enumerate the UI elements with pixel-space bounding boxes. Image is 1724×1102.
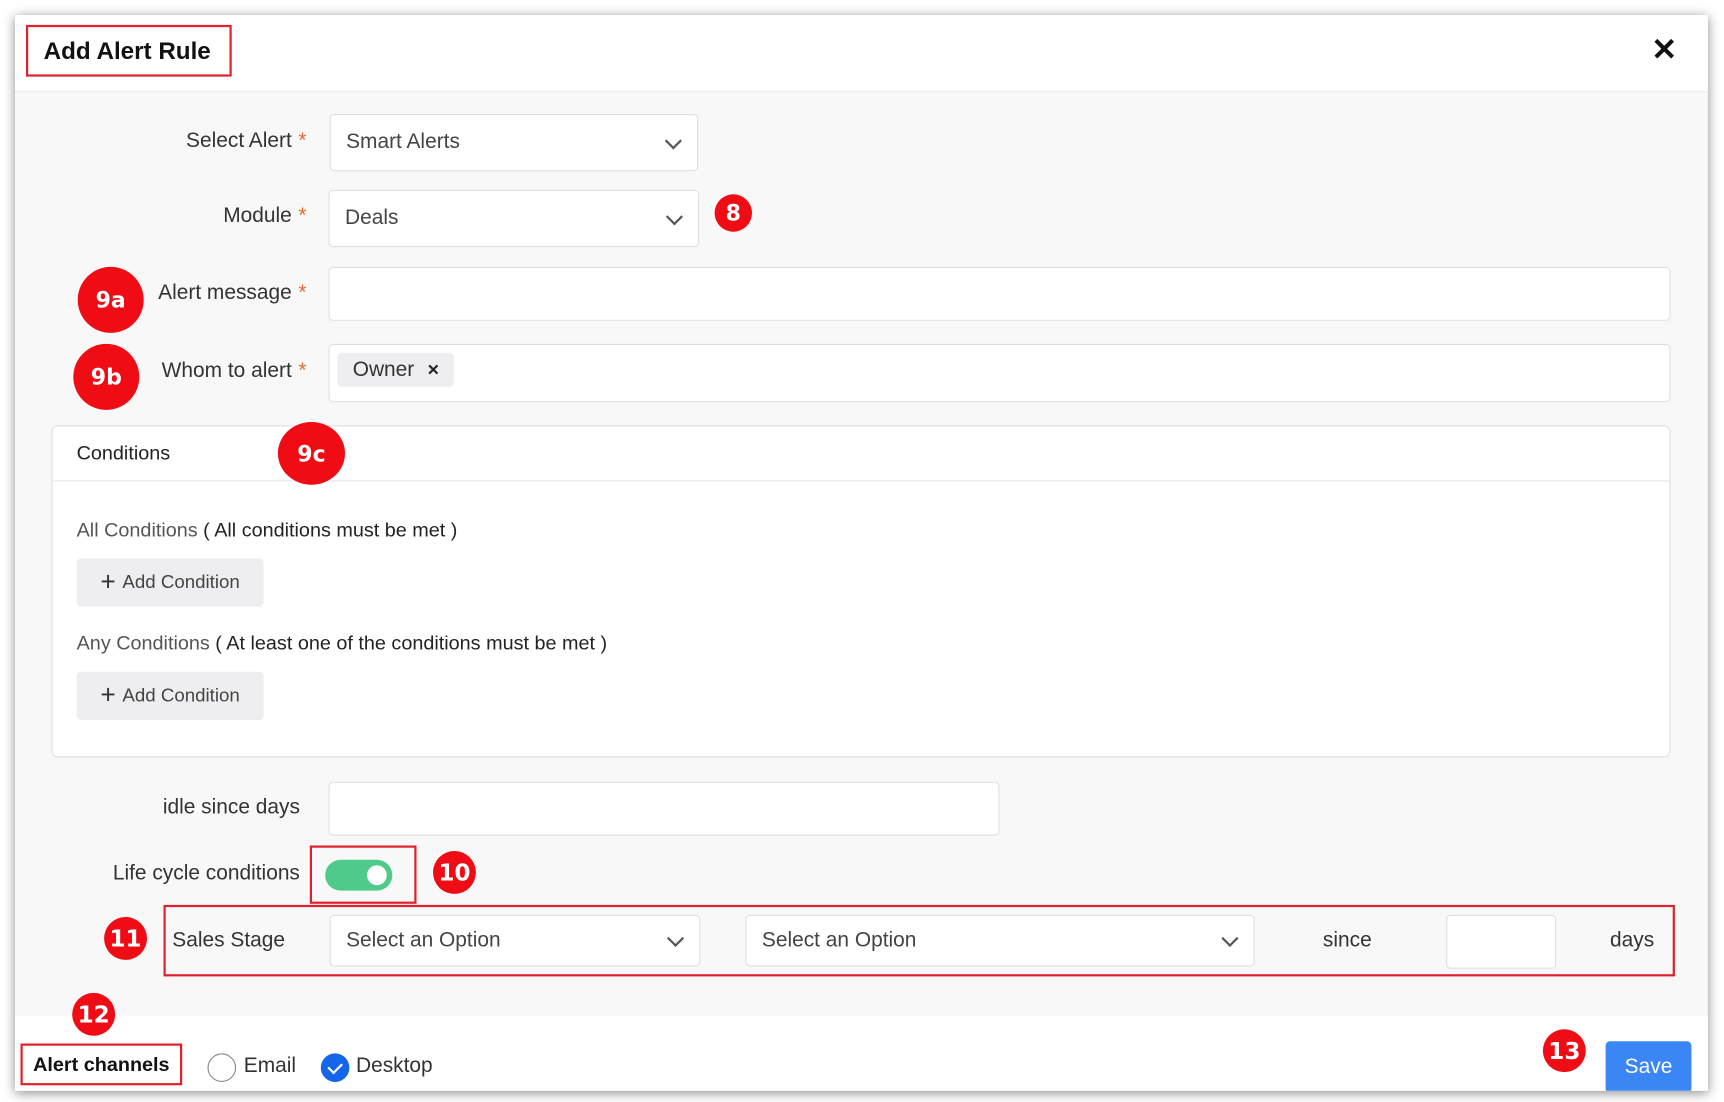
module-label: Module * bbox=[15, 204, 307, 228]
option-1-value: Select an Option bbox=[346, 928, 501, 952]
days-label: days bbox=[1610, 929, 1655, 953]
toggle-highlight bbox=[309, 845, 417, 904]
add-condition-label: Add Condition bbox=[122, 684, 240, 706]
conditions-title: Conditions bbox=[76, 441, 171, 464]
all-conditions-label: All Conditions ( All conditions must be … bbox=[77, 519, 458, 542]
desktop-label: Desktop bbox=[356, 1054, 433, 1078]
required-mark: * bbox=[298, 281, 307, 305]
option-2-value: Select an Option bbox=[761, 928, 917, 952]
callout-8: 8 bbox=[714, 194, 752, 232]
whom-to-alert-label: Whom to alert * bbox=[15, 359, 307, 383]
lifecycle-label: Life cycle conditions bbox=[112, 862, 300, 886]
callout-11: 11 bbox=[104, 917, 147, 960]
dialog-title: Add Alert Rule bbox=[43, 36, 211, 64]
since-days-input[interactable] bbox=[1446, 914, 1557, 969]
callout-12: 12 bbox=[72, 992, 116, 1036]
toggle-knob bbox=[367, 865, 387, 886]
any-conditions-text: Any Conditions bbox=[76, 632, 210, 655]
since-label: since bbox=[1322, 929, 1372, 953]
remove-chip-icon[interactable]: × bbox=[427, 358, 439, 381]
whom-to-alert-field[interactable] bbox=[328, 343, 1671, 403]
module-label-text: Module bbox=[223, 204, 292, 228]
email-label: Email bbox=[243, 1054, 297, 1078]
email-radio[interactable] bbox=[207, 1053, 237, 1082]
close-icon[interactable]: ✕ bbox=[1651, 34, 1677, 66]
add-all-condition-button[interactable]: + Add Condition bbox=[76, 558, 264, 607]
lifecycle-toggle[interactable] bbox=[325, 859, 393, 891]
plus-icon: + bbox=[100, 680, 116, 711]
callout-10: 10 bbox=[433, 851, 476, 894]
add-alert-rule-dialog: Add Alert Rule ✕ Select Alert * Smart Ale… bbox=[15, 15, 1708, 1091]
idle-since-label: idle since days bbox=[162, 796, 300, 820]
required-mark: * bbox=[298, 129, 307, 153]
dialog-footer bbox=[15, 1016, 1708, 1091]
add-condition-label: Add Condition bbox=[122, 571, 240, 593]
plus-icon: + bbox=[100, 567, 116, 597]
select-alert-value: Smart Alerts bbox=[346, 130, 460, 154]
alert-channels-label: Alert channels bbox=[20, 1043, 183, 1086]
required-mark: * bbox=[298, 359, 307, 383]
any-conditions-hint: ( At least one of the conditions must be… bbox=[215, 632, 608, 655]
stage-option-dropdown-1[interactable]: Select an Option bbox=[329, 914, 701, 967]
chevron-down-icon bbox=[665, 208, 684, 226]
callout-9c: 9c bbox=[277, 422, 345, 485]
whom-to-alert-label-text: Whom to alert bbox=[161, 359, 292, 383]
required-mark: * bbox=[298, 204, 307, 228]
chevron-down-icon bbox=[666, 929, 685, 948]
owner-chip: Owner × bbox=[337, 352, 455, 387]
select-alert-label-text: Select Alert bbox=[186, 129, 292, 153]
module-value: Deals bbox=[345, 206, 399, 230]
callout-13: 13 bbox=[1542, 1029, 1586, 1073]
chip-label: Owner bbox=[352, 357, 415, 381]
lifecycle-row-highlight: Sales Stage Select an Option Select an O… bbox=[163, 904, 1675, 977]
title-highlight: Add Alert Rule bbox=[26, 24, 232, 77]
idle-since-days-input[interactable] bbox=[328, 781, 1000, 836]
chevron-down-icon bbox=[664, 132, 682, 150]
any-conditions-label: Any Conditions ( At least one of the con… bbox=[77, 632, 608, 655]
dialog-header: Add Alert Rule ✕ bbox=[15, 15, 1708, 92]
desktop-checkbox[interactable] bbox=[320, 1053, 350, 1082]
select-alert-dropdown[interactable]: Smart Alerts bbox=[329, 114, 699, 172]
save-button[interactable]: Save bbox=[1605, 1041, 1692, 1091]
add-any-condition-button[interactable]: + Add Condition bbox=[76, 671, 264, 721]
select-alert-label: Select Alert * bbox=[15, 129, 307, 153]
module-dropdown[interactable]: Deals bbox=[328, 189, 700, 248]
all-conditions-text: All Conditions bbox=[76, 518, 198, 541]
stage-option-dropdown-2[interactable]: Select an Option bbox=[745, 914, 1255, 967]
chevron-down-icon bbox=[1221, 929, 1239, 948]
alert-message-label-text: Alert message bbox=[158, 281, 292, 305]
sales-stage-label: Sales Stage bbox=[172, 929, 286, 953]
alert-message-label: Alert message * bbox=[15, 281, 307, 305]
alert-message-input[interactable] bbox=[328, 266, 1671, 321]
all-conditions-hint: ( All conditions must be met ) bbox=[203, 518, 458, 541]
